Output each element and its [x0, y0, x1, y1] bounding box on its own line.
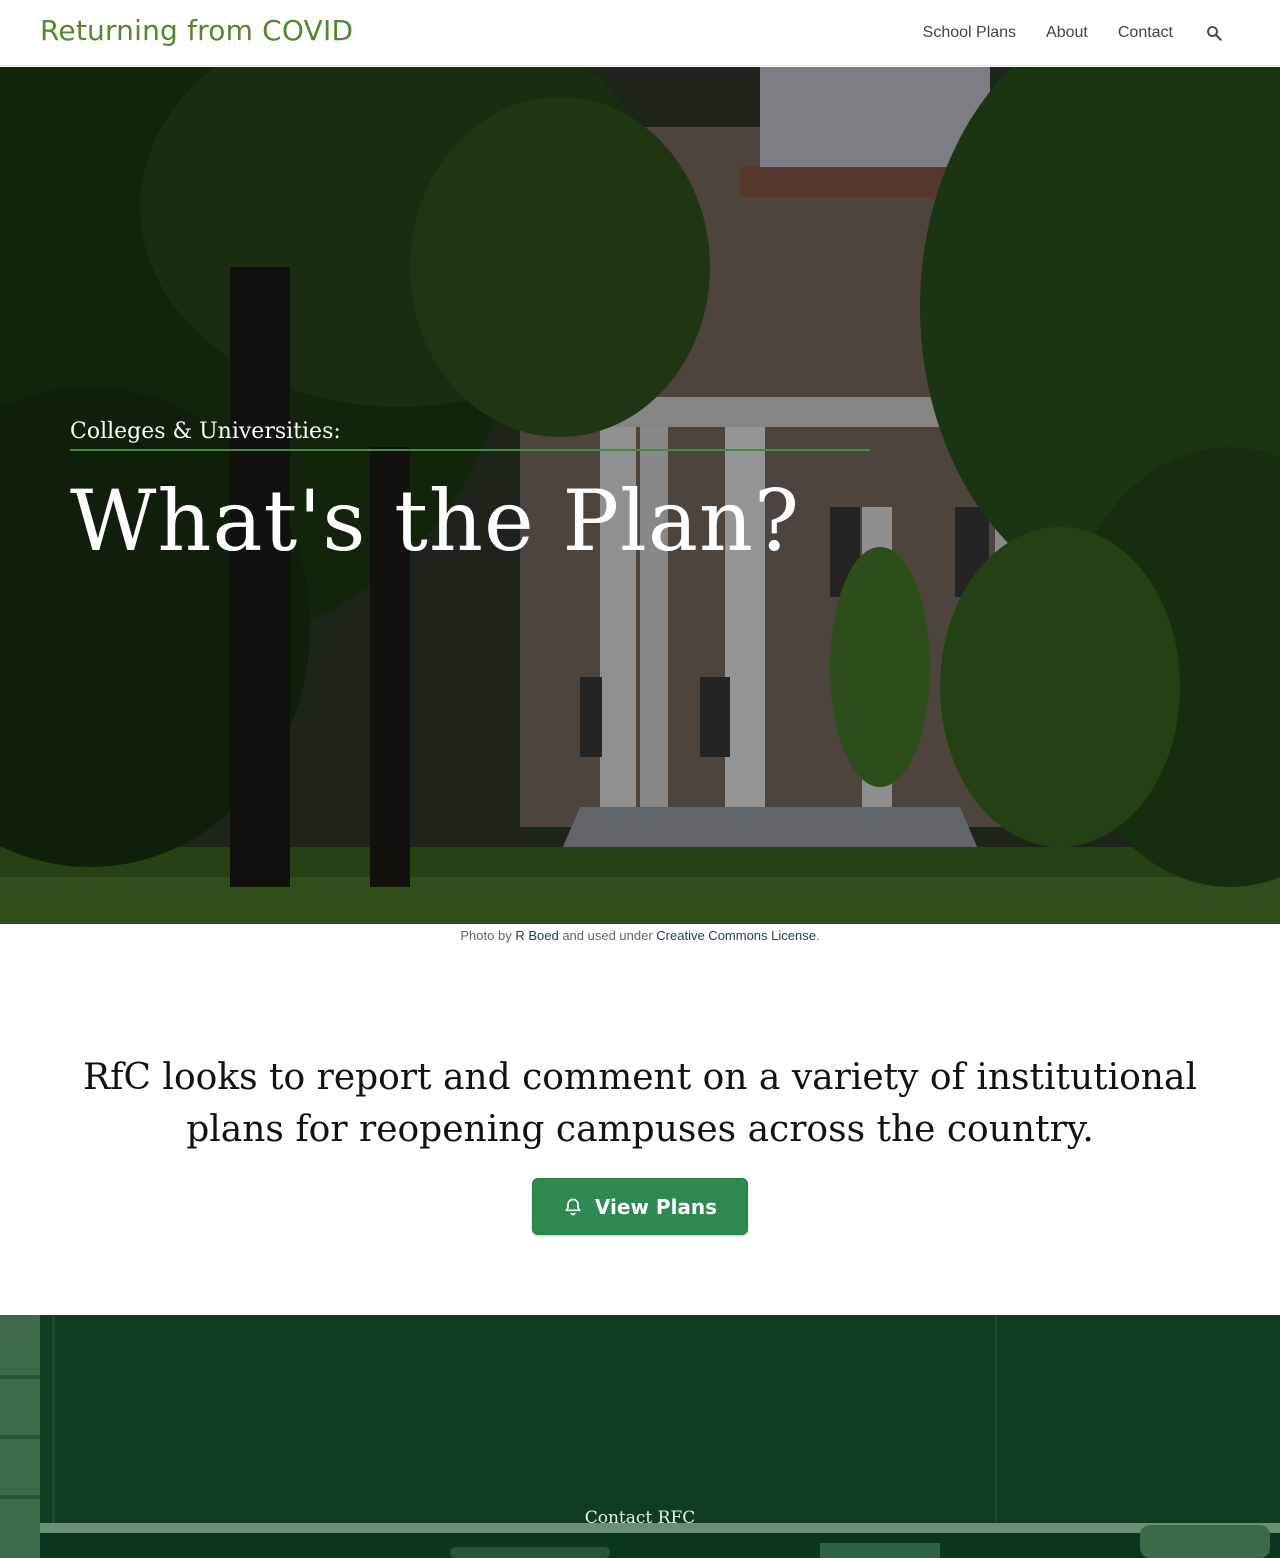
bell-icon [563, 1197, 583, 1217]
hero-banner: Colleges & Universities: What's the Plan… [0, 67, 1280, 924]
nav-item-about[interactable]: About [1046, 24, 1088, 42]
intro-text: RfC looks to report and comment on a var… [83, 1057, 1197, 1150]
nav-item-contact[interactable]: Contact [1118, 24, 1173, 42]
hero-title: What's the Plan? [70, 472, 801, 570]
photo-caption: Photo by R Boed and used under Creative … [0, 928, 1280, 943]
main-nav: School Plans About Contact [893, 0, 1225, 66]
contact-rfc-link[interactable]: Contact RFC [0, 1508, 1280, 1528]
caption-prefix: Photo by [460, 928, 516, 943]
caption-suffix: . [815, 928, 820, 943]
caption-author-link[interactable]: R Boed [515, 928, 558, 943]
site-header: Returning from COVID School Plans About … [0, 0, 1280, 66]
hero-divider [70, 449, 870, 451]
site-title[interactable]: Returning from COVID [40, 14, 353, 47]
nav-item-school-plans[interactable]: School Plans [923, 24, 1016, 42]
hero-kicker: Colleges & Universities: [70, 419, 341, 444]
view-plans-label: View Plans [594, 1194, 718, 1219]
caption-license-link[interactable]: Creative Commons License [656, 928, 816, 943]
caption-middle: and used under [558, 928, 657, 943]
search-icon[interactable] [1203, 22, 1225, 44]
view-plans-button[interactable]: View Plans [532, 1178, 748, 1235]
